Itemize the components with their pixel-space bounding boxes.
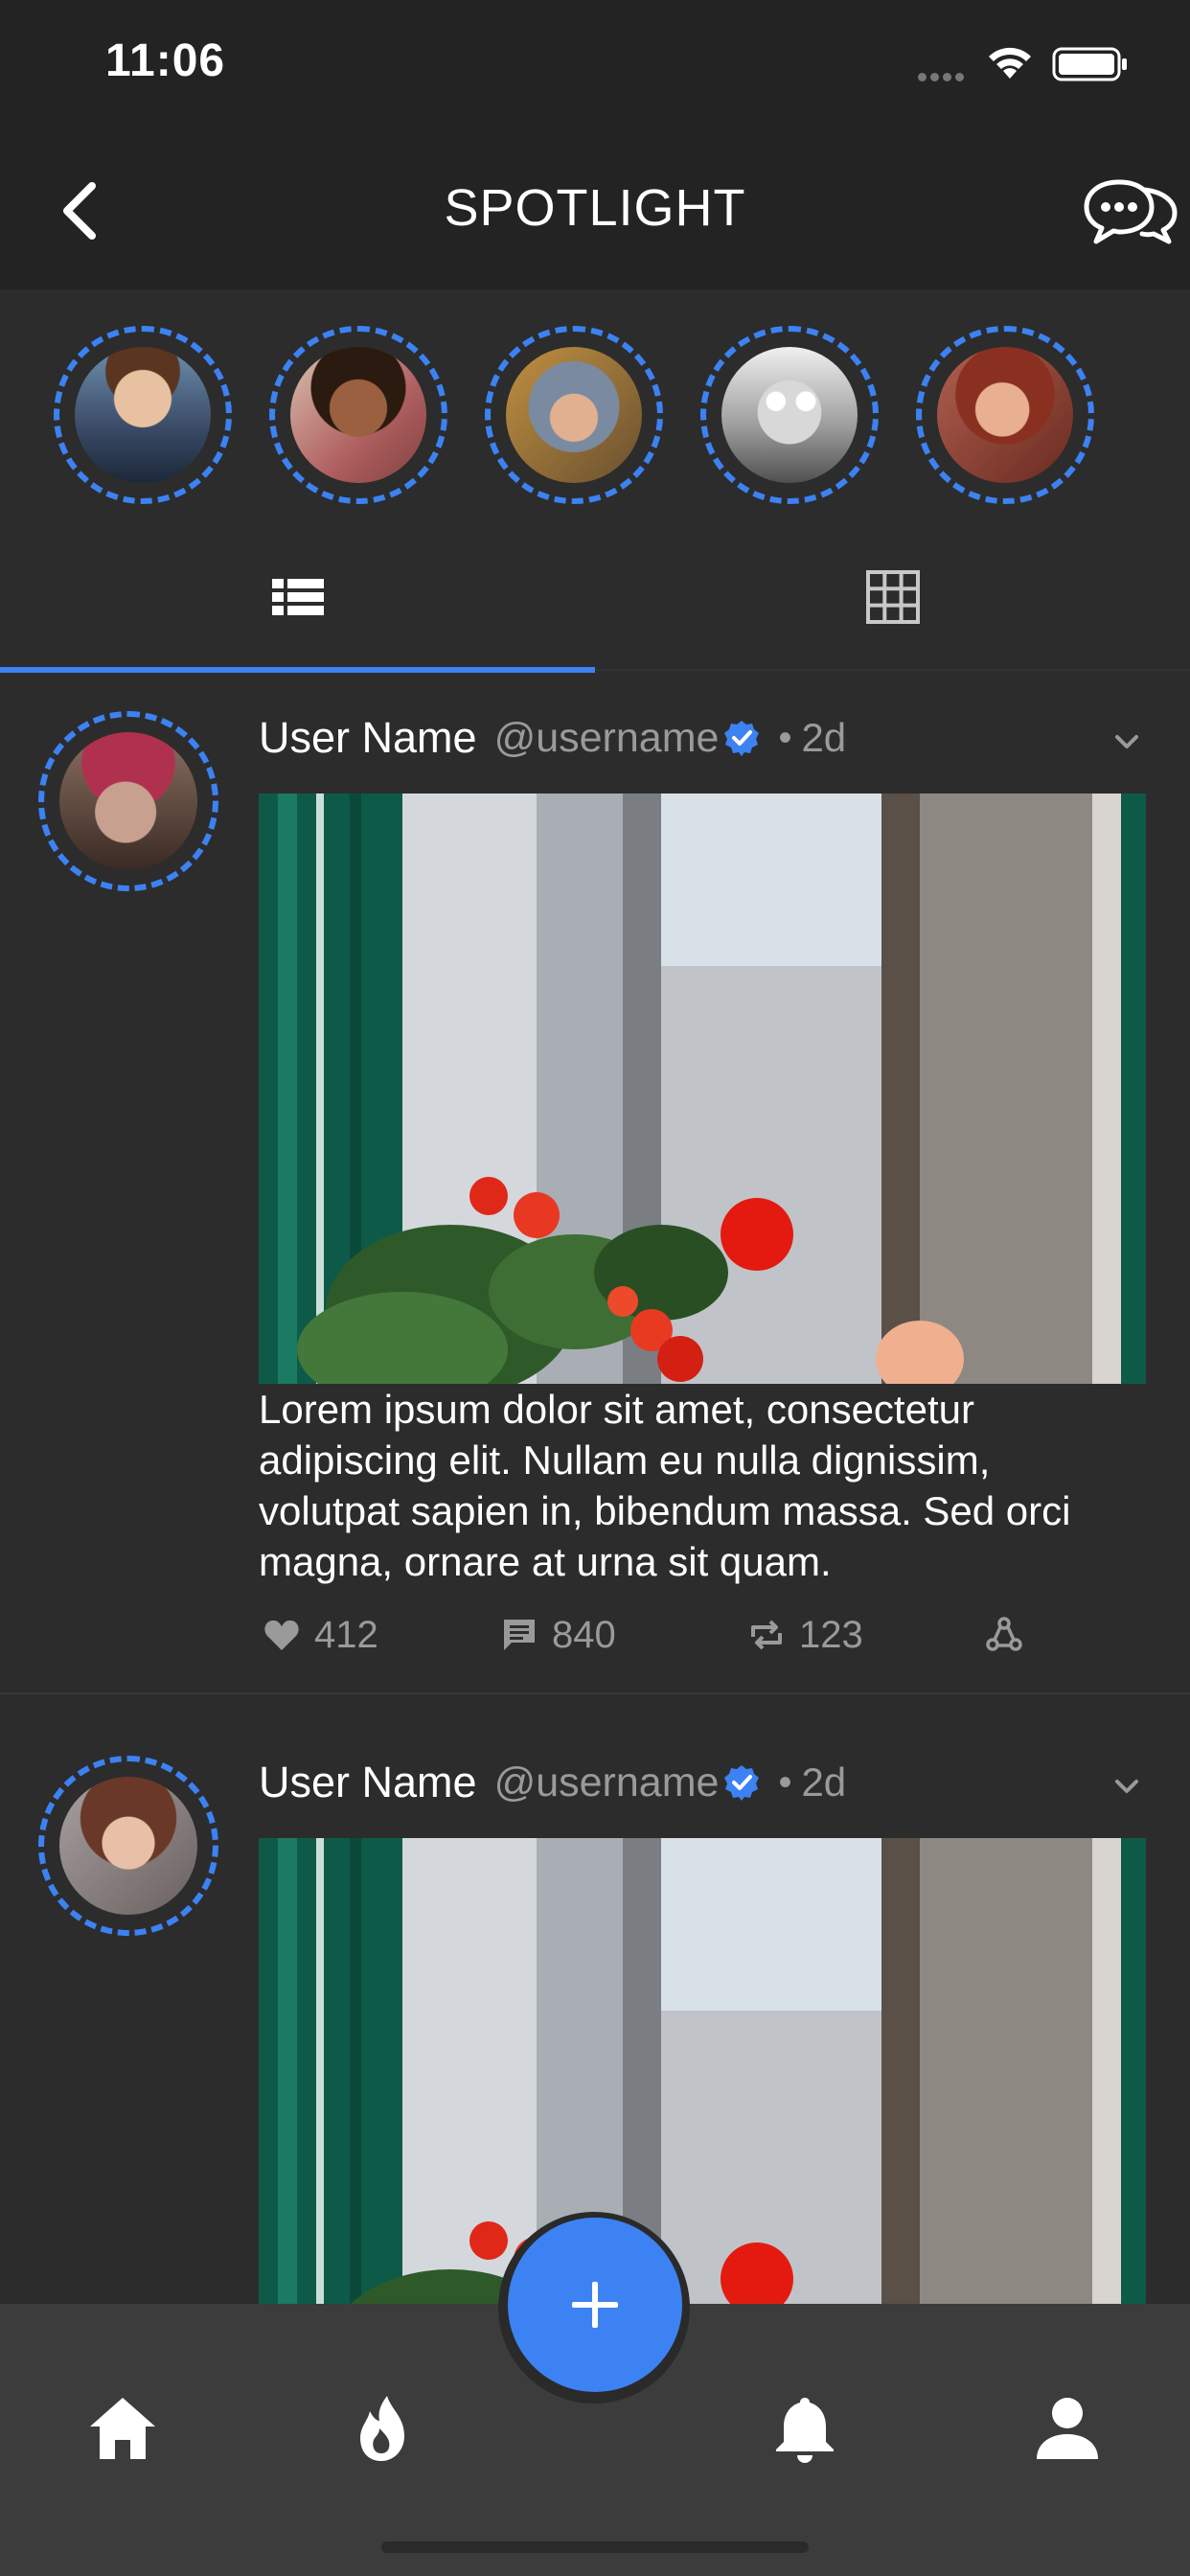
nav-bar: SPOTLIGHT [0, 144, 1190, 289]
post-header: User Name @username • 2d [259, 709, 846, 767]
status-time: 11:06 [105, 35, 226, 86]
verified-badge-icon [724, 1765, 760, 1801]
tab-list-view[interactable] [0, 529, 595, 673]
view-tabs [0, 529, 1190, 673]
repost-button[interactable]: 123 [747, 1606, 863, 1664]
post-avatar[interactable] [38, 711, 218, 891]
home-indicator [381, 2542, 809, 2553]
share-button[interactable] [985, 1606, 1037, 1664]
chat-icon[interactable] [1081, 171, 1180, 251]
post-photo[interactable] [259, 794, 1146, 1384]
tab-grid-view[interactable] [595, 529, 1190, 671]
comment-icon [504, 1620, 535, 1650]
like-button[interactable]: 412 [263, 1606, 378, 1664]
avatar [290, 347, 426, 483]
avatar [721, 347, 858, 483]
repost-count: 123 [799, 1613, 863, 1656]
post-avatar[interactable] [38, 1756, 218, 1936]
story-avatar-3[interactable] [485, 326, 663, 504]
repost-icon [751, 1620, 782, 1650]
heart-icon [264, 1620, 299, 1650]
page-title: SPOTLIGHT [444, 179, 746, 237]
story-avatar-2[interactable] [269, 326, 447, 504]
user-name[interactable]: User Name [259, 1758, 477, 1807]
like-count: 412 [314, 1613, 378, 1656]
comment-count: 840 [552, 1613, 616, 1656]
compose-button[interactable] [508, 2218, 682, 2392]
avatar [59, 1777, 197, 1915]
home-icon[interactable] [84, 2390, 161, 2467]
verified-badge-icon [724, 721, 760, 756]
post-photo[interactable] [259, 1838, 1146, 2304]
story-avatar-5[interactable] [916, 326, 1094, 504]
separator-dot: • [778, 1760, 792, 1804]
user-handle[interactable]: @username [494, 715, 720, 762]
bell-icon[interactable] [767, 2390, 843, 2467]
story-avatar-1[interactable] [54, 326, 232, 504]
avatar [75, 347, 211, 483]
stories-row [0, 289, 1190, 529]
post-age: 2d [801, 715, 847, 760]
window-flowers-image [259, 1838, 1146, 2304]
avatar [937, 347, 1073, 483]
post-caption: Lorem ipsum dolor sit amet, consectetur … [259, 1387, 1071, 1584]
signal-icon [918, 69, 972, 81]
post-actions: 412 840 123 [259, 1606, 1140, 1664]
separator-dot: • [778, 716, 792, 759]
comment-button[interactable]: 840 [500, 1606, 616, 1664]
chevron-down-icon[interactable] [1111, 726, 1142, 757]
window-flowers-image [259, 794, 1146, 1384]
user-handle[interactable]: @username [494, 1760, 720, 1806]
story-avatar-4[interactable] [700, 326, 879, 504]
flame-icon[interactable] [345, 2390, 422, 2467]
battery-icon [1052, 47, 1127, 81]
feed-post: User Name @username • 2d [0, 671, 1190, 1694]
post-header: User Name @username • 2d [259, 1754, 846, 1811]
avatar [59, 732, 197, 870]
plus-icon [572, 2282, 618, 2328]
user-name[interactable]: User Name [259, 713, 477, 763]
status-bar: 11:06 [0, 0, 1190, 144]
share-icon [986, 1617, 1022, 1651]
wifi-icon [989, 47, 1031, 79]
grid-icon [866, 570, 920, 624]
profile-icon[interactable] [1029, 2390, 1106, 2467]
avatar [506, 347, 642, 483]
list-icon [272, 579, 324, 615]
chevron-down-icon[interactable] [1111, 1771, 1142, 1802]
post-age: 2d [801, 1760, 847, 1805]
